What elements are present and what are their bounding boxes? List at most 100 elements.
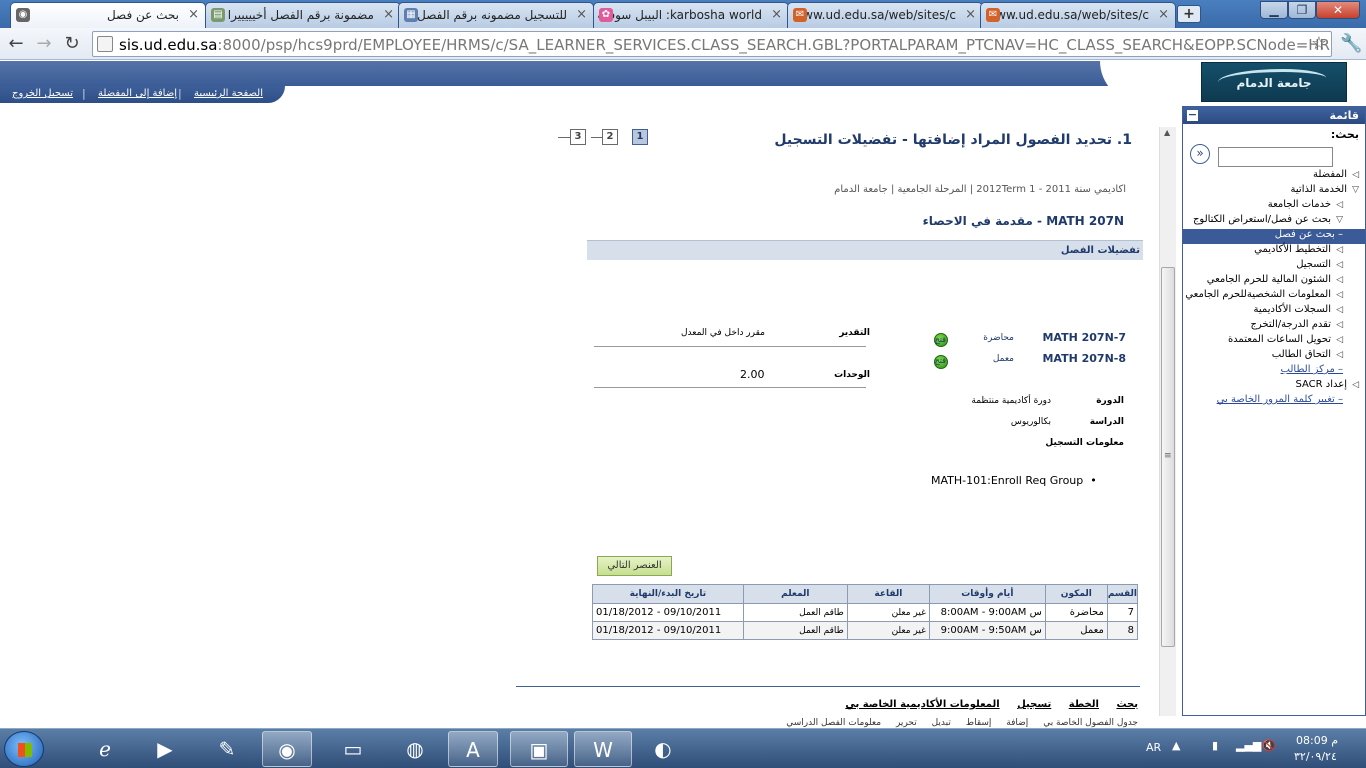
close-tab-icon[interactable]: × [383, 7, 394, 22]
sidebar-item[interactable]: – تغيير كلمة المرور الخاصة بي [1183, 394, 1365, 409]
sidebar-item[interactable]: ◁ الشئون المالية للحرم الجامعي [1183, 274, 1365, 289]
browser-tab[interactable]: ✉ www.ud.edu.sa/web/sites/c × [787, 2, 983, 28]
footer-divider [516, 686, 1140, 687]
sidebar-item[interactable]: ◁ المفضلة [1183, 169, 1365, 184]
tools-icon[interactable]: ✎ [200, 731, 254, 767]
sidebar-item[interactable]: ◁ التحاق الطالب [1183, 349, 1365, 364]
sidebar-item-label: – مركز الطالب [1280, 364, 1343, 375]
home-link[interactable]: الصفحة الرئيسية [194, 88, 263, 99]
footer-sub-link[interactable]: جدول الفصول الخاصة بي [1043, 718, 1138, 728]
sync-icon[interactable]: ◐ [636, 731, 690, 767]
step-connector [558, 137, 570, 138]
footer-sub-link[interactable]: تبديل [932, 718, 951, 728]
picture-viewer-icon[interactable]: ▣ [510, 731, 568, 767]
close-tab-icon[interactable]: × [1158, 7, 1169, 22]
word-icon[interactable]: W [574, 731, 632, 767]
table-cell: 01/18/2012 - 09/10/2011 [592, 621, 744, 640]
tab-title: www.ud.edu.sa/web/sites/c [793, 8, 956, 22]
close-tab-icon[interactable]: × [576, 7, 587, 22]
browser-tab-active[interactable]: ◉ بحث عن فصل × [10, 2, 206, 28]
footer-link-my-academics[interactable]: المعلومات الأكاديمية الخاصة بي [845, 699, 999, 710]
url-host: sis.ud.edu.sa [119, 36, 218, 54]
header-band [0, 61, 1200, 86]
column-header: المكون [1044, 584, 1108, 604]
step-connector [591, 137, 602, 138]
footer-link-enroll[interactable]: تسجيل [1017, 699, 1051, 710]
network-icon[interactable]: ▂▄▆ [1236, 739, 1261, 752]
vertical-scrollbar[interactable]: ▲ ≡ [1159, 127, 1176, 716]
forward-arrow-icon[interactable]: → [33, 33, 55, 55]
next-button[interactable]: العنصر التالي [597, 556, 672, 576]
clock-time[interactable]: 08:09 م [1296, 734, 1338, 747]
column-header: القسم [1106, 584, 1139, 604]
explorer-folder-icon[interactable]: ▭ [326, 731, 380, 767]
add-to-favorites-link[interactable]: إضافة إلى المفضلة [98, 88, 177, 99]
column-header: أيام وأوقات [928, 584, 1046, 604]
career-value: بكالوريوس [1010, 417, 1051, 427]
new-tab-button[interactable]: + [1177, 5, 1201, 23]
sidebar-item[interactable]: – مركز الطالب [1183, 364, 1365, 379]
volume-icon[interactable]: 🔇 [1262, 739, 1276, 752]
language-indicator[interactable]: AR [1146, 741, 1161, 754]
sidebar-item[interactable]: ◁ تحويل الساعات المعتمدة [1183, 334, 1365, 349]
firefox-icon[interactable]: ◍ [388, 731, 442, 767]
acrobat-icon[interactable]: A [448, 731, 498, 767]
tray-expand-icon[interactable]: ▲ [1172, 739, 1180, 752]
sidebar-item[interactable]: ◁ التخطيط الأكاديمي [1183, 244, 1365, 259]
minimize-button[interactable]: ▁ [1260, 1, 1288, 19]
reload-icon[interactable]: ↻ [61, 33, 83, 55]
search-go-icon[interactable]: » [1190, 144, 1210, 164]
scroll-up-icon[interactable]: ▲ [1164, 128, 1170, 137]
table-cell: طاقم العمل [742, 603, 848, 622]
battery-icon[interactable]: ▮ [1212, 739, 1218, 752]
chrome-icon[interactable]: ◉ [262, 731, 312, 767]
collapsed-arrow-icon: ◁ [1352, 380, 1359, 390]
footer-sub-link[interactable]: معلومات الفصل الدراسي [786, 718, 881, 728]
column-header: المعلم [742, 584, 848, 604]
class-preferences-header: تفضيلات الفصل [587, 240, 1143, 260]
back-arrow-icon[interactable]: ← [5, 33, 27, 55]
table-cell: س 9:00AM - 9:50AM [928, 621, 1046, 640]
footer-sub-link[interactable]: إسقاط [966, 718, 992, 728]
start-button[interactable] [4, 731, 44, 767]
clock-date[interactable]: ٣٢/٠٩/٢٤ [1294, 750, 1337, 763]
ie-icon[interactable]: ℯ [78, 731, 132, 767]
footer-link-search[interactable]: بحث [1116, 699, 1138, 710]
class-status-lab: فتح [934, 356, 946, 365]
close-tab-icon[interactable]: × [965, 7, 976, 22]
close-tab-icon[interactable]: × [771, 7, 782, 22]
header-curve [1100, 61, 1210, 103]
browser-tab[interactable]: ✿ karbosha world: البيبل سوفت × [593, 2, 789, 28]
sidebar-item[interactable]: ◁ السجلات الأكاديمية [1183, 304, 1365, 319]
table-row: 8 معمل س 9:00AM - 9:50AM غير معلن طاقم ا… [592, 621, 1139, 640]
sidebar-item[interactable]: ▽ الخدمة الذاتية [1183, 184, 1365, 199]
sidebar-item[interactable]: ◁ إعداد SACR [1183, 379, 1365, 394]
sidebar-item[interactable]: ◁ تقدم الدرجة/التخرج [1183, 319, 1365, 334]
sign-out-link[interactable]: تسجيل الخروج [12, 88, 73, 99]
maximize-button[interactable]: ❐ [1288, 1, 1316, 19]
media-player-icon[interactable]: ▶ [138, 731, 192, 767]
browser-tab[interactable]: ✉ www.ud.edu.sa/web/sites/c × [980, 2, 1176, 28]
sidebar-item[interactable]: ◁ المعلومات الشخصيةللحرم الجامعي [1183, 289, 1365, 304]
close-tab-icon[interactable]: × [188, 7, 199, 22]
footer-sub-link[interactable]: إضافة [1006, 718, 1028, 728]
sidebar-item[interactable]: ◁ خدمات الجامعة [1183, 199, 1365, 214]
browser-tab[interactable]: ▤ مضمونة برقم الفصل أخيييييرا × [205, 2, 401, 28]
class-schedule-table: القسم المكون أيام وأوقات القاعة المعلم ت… [592, 584, 1139, 640]
table-cell: س 8:00AM - 9:00AM [928, 603, 1046, 622]
footer-link-plan[interactable]: الخطة [1069, 699, 1099, 710]
browser-tab[interactable]: ▦ للتسجيل مضمونه برقم الفصل × [398, 2, 594, 28]
collapse-menu-icon[interactable]: − [1187, 109, 1198, 121]
close-window-button[interactable]: ✕ [1316, 1, 1360, 19]
logo-text: جامعة الدمام [1236, 76, 1312, 90]
sidebar-item[interactable]: ▽ بحث عن فصل/استعراض الكتالوج [1183, 214, 1365, 229]
sidebar-item[interactable]: ◁ التسجيل [1183, 259, 1365, 274]
forum-icon: ▤ [211, 8, 225, 22]
bookmark-star-icon[interactable]: ☆ [1311, 33, 1327, 54]
wrench-menu-icon[interactable]: 🔧 [1340, 33, 1362, 54]
menu-search-input[interactable] [1218, 147, 1333, 167]
address-bar[interactable]: sis.ud.edu.sa:8000/psp/hcs9prd/EMPLOYEE/… [92, 31, 1332, 57]
enrollment-info-label: معلومات التسجيل [1045, 438, 1124, 448]
footer-sub-link[interactable]: تحرير [896, 718, 917, 728]
sidebar-item[interactable]: – بحث عن فصل [1183, 229, 1365, 244]
